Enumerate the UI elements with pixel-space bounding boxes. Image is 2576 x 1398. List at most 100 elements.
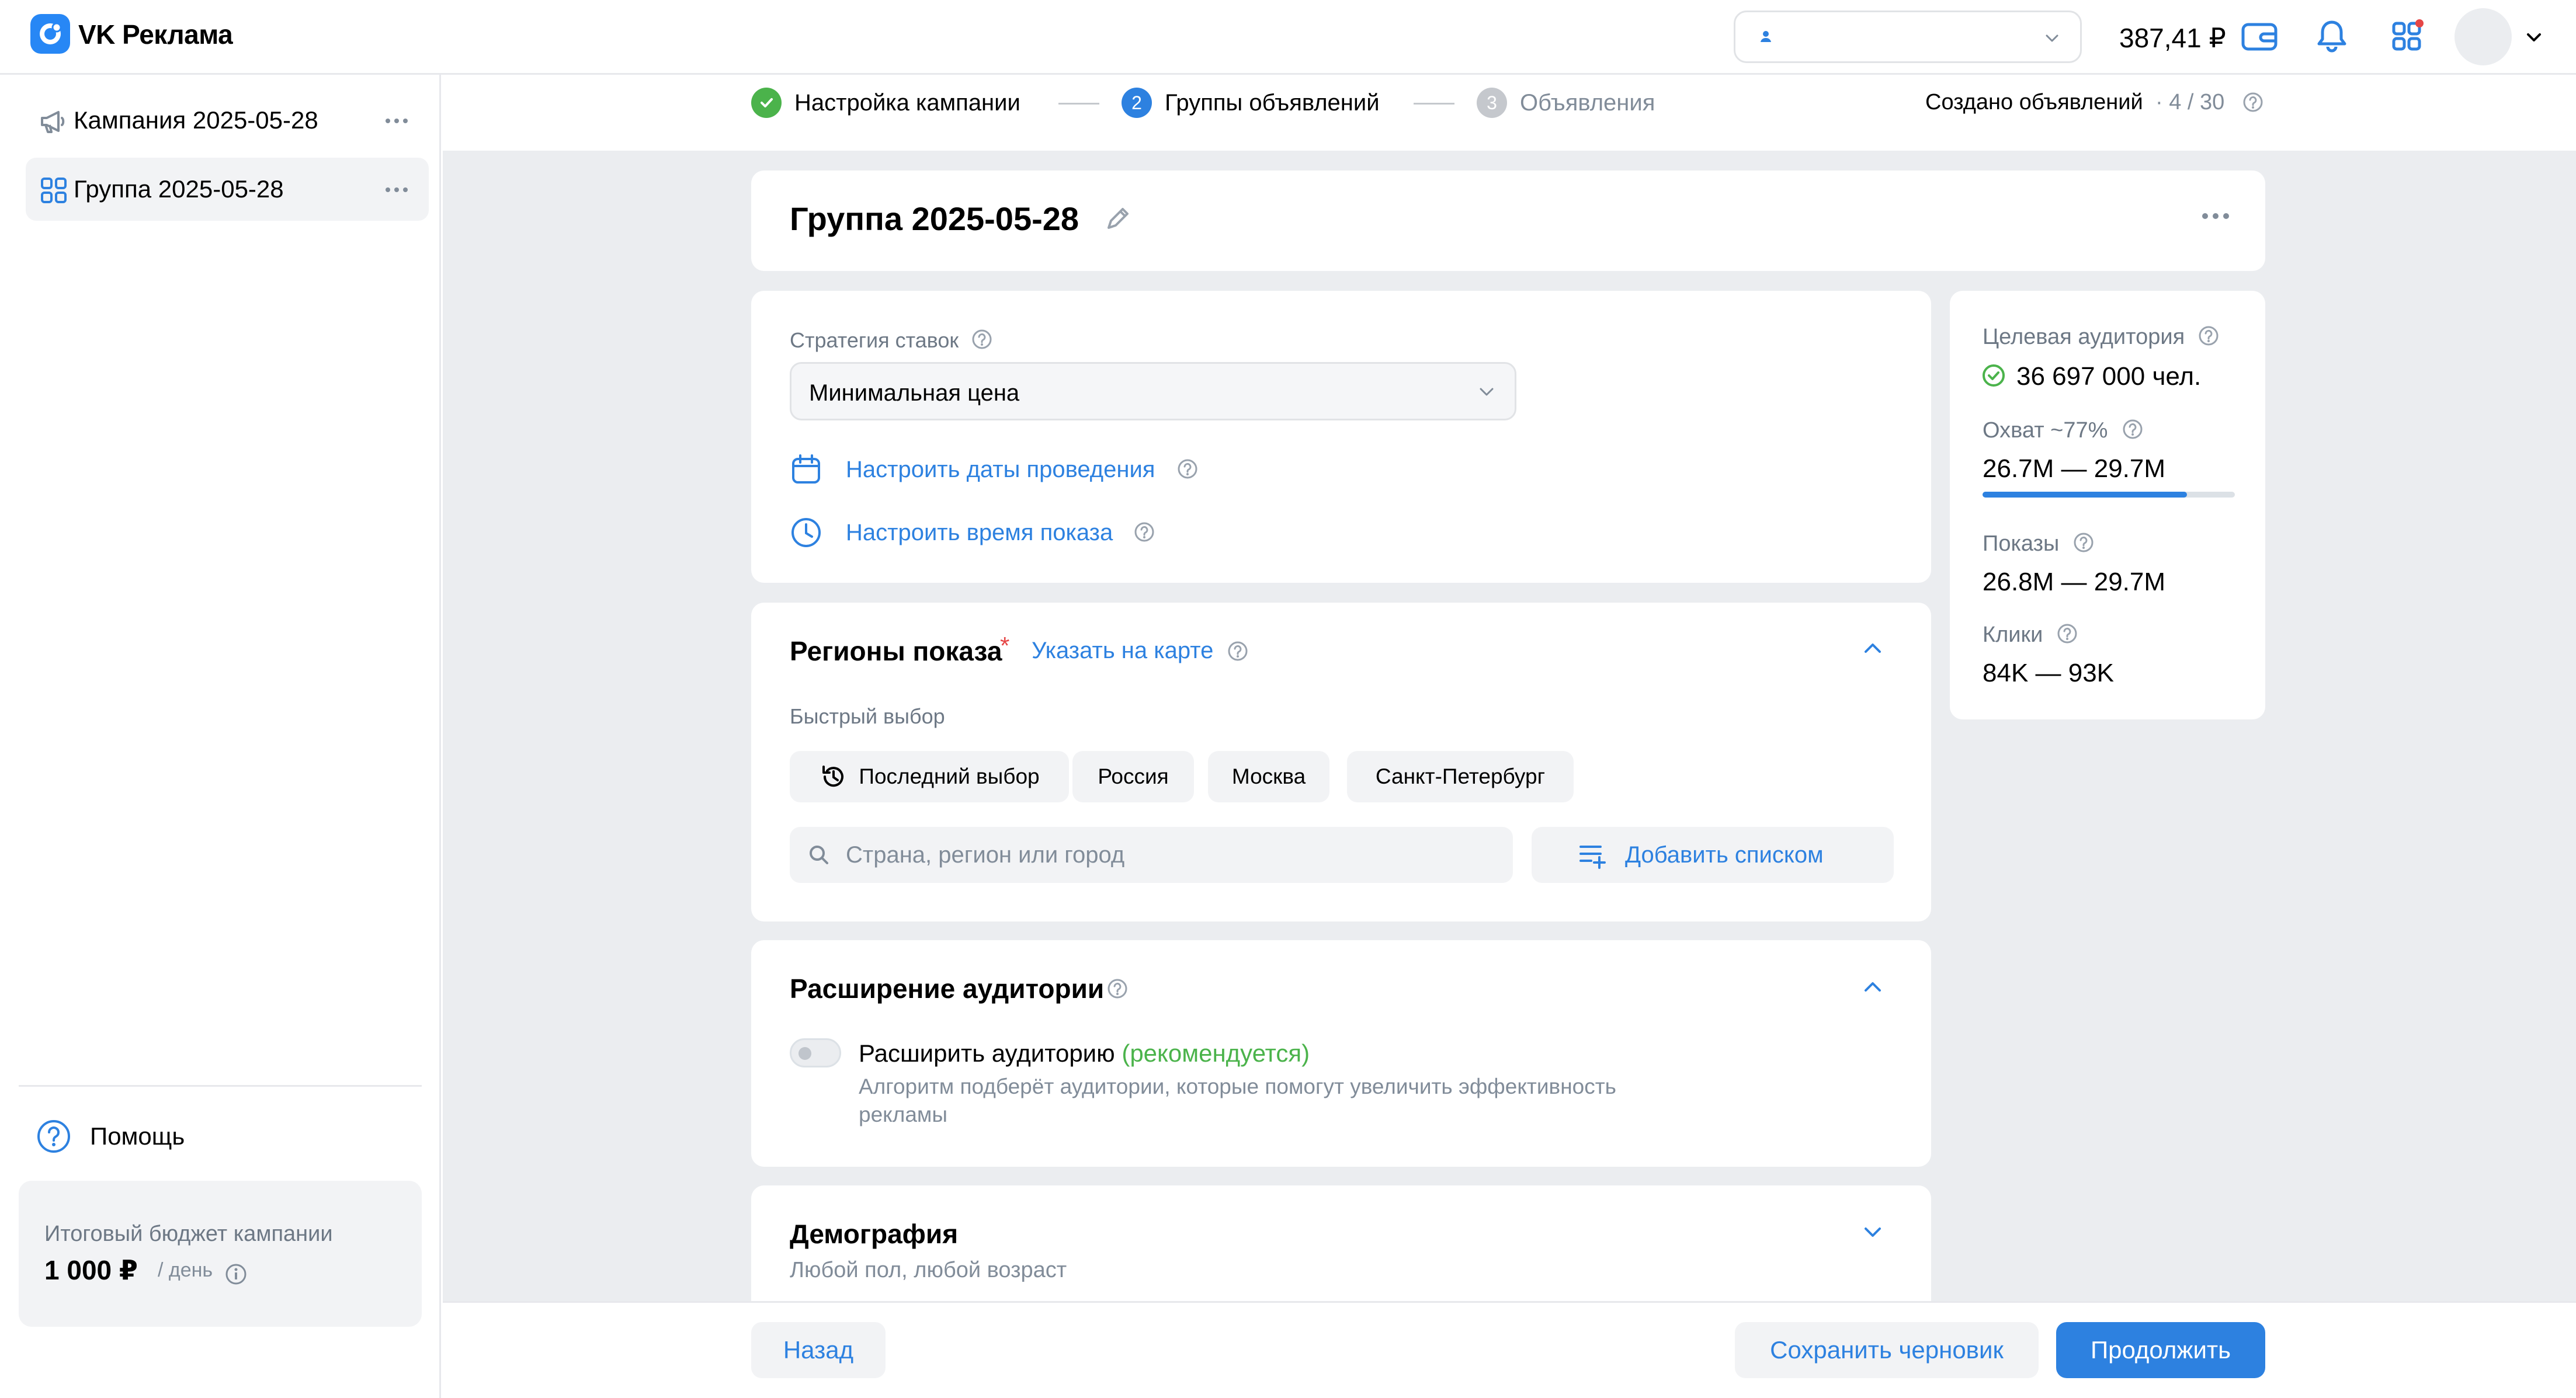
megaphone-icon: [39, 106, 69, 137]
calendar-icon: [790, 453, 822, 486]
help-icon[interactable]: [2242, 91, 2264, 113]
add-list-label: Добавить списком: [1625, 842, 1824, 868]
help-icon[interactable]: [1176, 458, 1199, 480]
help-icon[interactable]: [2197, 325, 2220, 347]
step-number: 3: [1477, 88, 1507, 118]
step-connector: [1414, 103, 1454, 105]
budget-title: Итоговый бюджет кампании: [44, 1222, 333, 1246]
chevron-down-icon: [2042, 27, 2063, 48]
bid-strategy-value: Минимальная цена: [809, 380, 1020, 406]
help-icon[interactable]: [2056, 623, 2078, 645]
user-icon: [1756, 27, 1775, 46]
wallet-icon[interactable]: [2241, 18, 2278, 55]
expansion-description-cont: рекламы: [859, 1103, 947, 1126]
reach-label: Охват ~77%: [1983, 418, 2108, 443]
more-icon[interactable]: [382, 106, 411, 135]
chip-russia[interactable]: Россия: [1072, 751, 1194, 802]
chevron-up-icon[interactable]: [1859, 975, 1887, 999]
check-circle-icon: [751, 88, 782, 118]
help-icon[interactable]: [2072, 531, 2095, 554]
reach-value: 26.7M — 29.7M: [1983, 454, 2166, 483]
reach-progress-track: [1983, 492, 2235, 498]
add-list-button[interactable]: Добавить списком: [1532, 827, 1894, 883]
chevron-down-icon: [1475, 380, 1498, 404]
expansion-title: Расширение аудитории: [790, 973, 1105, 1004]
chip-saint-petersburg[interactable]: Санкт-Петербург: [1347, 751, 1574, 802]
clicks-label: Клики: [1983, 623, 2043, 647]
step-label: Настройка кампании: [794, 89, 1020, 116]
sidebar-item-label: Группа 2025-05-28: [74, 175, 284, 203]
app-title[interactable]: VK Реклама: [78, 19, 233, 50]
required-mark: *: [1000, 632, 1010, 659]
configure-dates-link[interactable]: Настроить даты проведения: [846, 457, 1155, 483]
audience-stats-card: [1950, 291, 2265, 719]
more-icon[interactable]: [2201, 210, 2230, 222]
created-ads-label: Создано объявлений: [1925, 90, 2143, 114]
vk-ads-logo-icon[interactable]: [30, 14, 70, 54]
step-ad-groups[interactable]: 2 Группы объявлений: [1122, 85, 1380, 120]
help-label: Помощь: [90, 1122, 185, 1150]
account-select[interactable]: [1734, 11, 2082, 63]
pencil-icon[interactable]: [1103, 203, 1133, 234]
help-link[interactable]: Помощь: [35, 1113, 185, 1160]
impressions-label: Показы: [1983, 531, 2060, 556]
created-ads-count: · 4 / 30: [2155, 90, 2225, 114]
reach-progress-fill: [1983, 492, 2187, 498]
list-add-icon: [1577, 840, 1610, 870]
help-icon[interactable]: [1133, 521, 1155, 543]
demography-subtitle: Любой пол, любой возраст: [790, 1258, 1067, 1282]
search-placeholder: Страна, регион или город: [846, 842, 1125, 868]
target-audience-value: 36 697 000 чел.: [2016, 362, 2202, 391]
toggle-knob: [799, 1047, 811, 1060]
step-label: Объявления: [1520, 89, 1655, 116]
region-search-input[interactable]: Страна, регион или город: [790, 827, 1513, 883]
recommended-label: (рекомендуется): [1122, 1039, 1310, 1067]
bid-strategy-select[interactable]: Минимальная цена: [790, 362, 1516, 420]
expansion-description: Алгоритм подберёт аудитории, которые пом…: [859, 1074, 1616, 1098]
continue-button[interactable]: Продолжить: [2056, 1322, 2265, 1378]
back-button[interactable]: Назад: [751, 1322, 886, 1378]
strategy-label: Стратегия ставок: [790, 328, 959, 352]
help-icon[interactable]: [2122, 418, 2144, 440]
save-draft-button[interactable]: Сохранить черновик: [1735, 1322, 2039, 1378]
expand-audience-toggle[interactable]: [790, 1038, 841, 1067]
step-label: Группы объявлений: [1165, 89, 1380, 116]
more-icon[interactable]: [382, 175, 411, 204]
bell-icon[interactable]: [2313, 18, 2351, 55]
question-circle-icon: [35, 1118, 72, 1155]
help-icon[interactable]: [1106, 978, 1129, 1000]
apps-grid-icon[interactable]: [2389, 18, 2426, 55]
chip-label: Последний выбор: [859, 764, 1040, 788]
chevron-up-icon[interactable]: [1859, 637, 1887, 660]
sidebar-item-campaign[interactable]: Кампания 2025-05-28: [26, 89, 429, 152]
step-ads[interactable]: 3 Объявления: [1477, 85, 1655, 120]
app-root: VK Реклама 387,41 ₽ Кампания 2025-05-28 …: [0, 0, 2576, 1398]
balance[interactable]: 387,41 ₽: [2119, 22, 2226, 54]
toggle-label: Расширить аудиторию: [859, 1039, 1115, 1067]
chip-moscow[interactable]: Москва: [1208, 751, 1329, 802]
check-circle-icon: [1981, 363, 2006, 388]
show-on-map-link[interactable]: Указать на карте: [1032, 638, 1213, 664]
avatar[interactable]: [2455, 8, 2512, 65]
clicks-value: 84K — 93K: [1983, 659, 2115, 687]
budget-unit: / день: [158, 1259, 213, 1281]
regions-title: Регионы показа: [790, 636, 1002, 666]
chevron-down-icon[interactable]: [2522, 26, 2546, 49]
demography-title: Демография: [790, 1219, 959, 1249]
toggle-label-line: Расширить аудиторию (рекомендуется): [859, 1039, 1310, 1067]
step-campaign-setup[interactable]: Настройка кампании: [751, 85, 1020, 120]
configure-time-link[interactable]: Настроить время показа: [846, 520, 1113, 546]
top-bar: VK Реклама 387,41 ₽: [0, 0, 2576, 75]
sidebar-item-group[interactable]: Группа 2025-05-28: [26, 158, 429, 221]
help-icon[interactable]: [971, 328, 993, 350]
history-icon: [819, 762, 848, 791]
quick-select-label: Быстрый выбор: [790, 704, 945, 728]
campaign-budget-panel: Итоговый бюджет кампании 1 000 ₽ / день: [19, 1181, 422, 1327]
budget-value: 1 000 ₽: [44, 1255, 138, 1285]
impressions-value: 26.8M — 29.7M: [1983, 568, 2166, 596]
chevron-down-icon[interactable]: [1859, 1220, 1887, 1244]
info-icon[interactable]: [224, 1263, 248, 1286]
help-icon[interactable]: [1227, 640, 1249, 662]
step-number: 2: [1122, 88, 1152, 118]
chip-last-selection[interactable]: Последний выбор: [790, 751, 1069, 802]
